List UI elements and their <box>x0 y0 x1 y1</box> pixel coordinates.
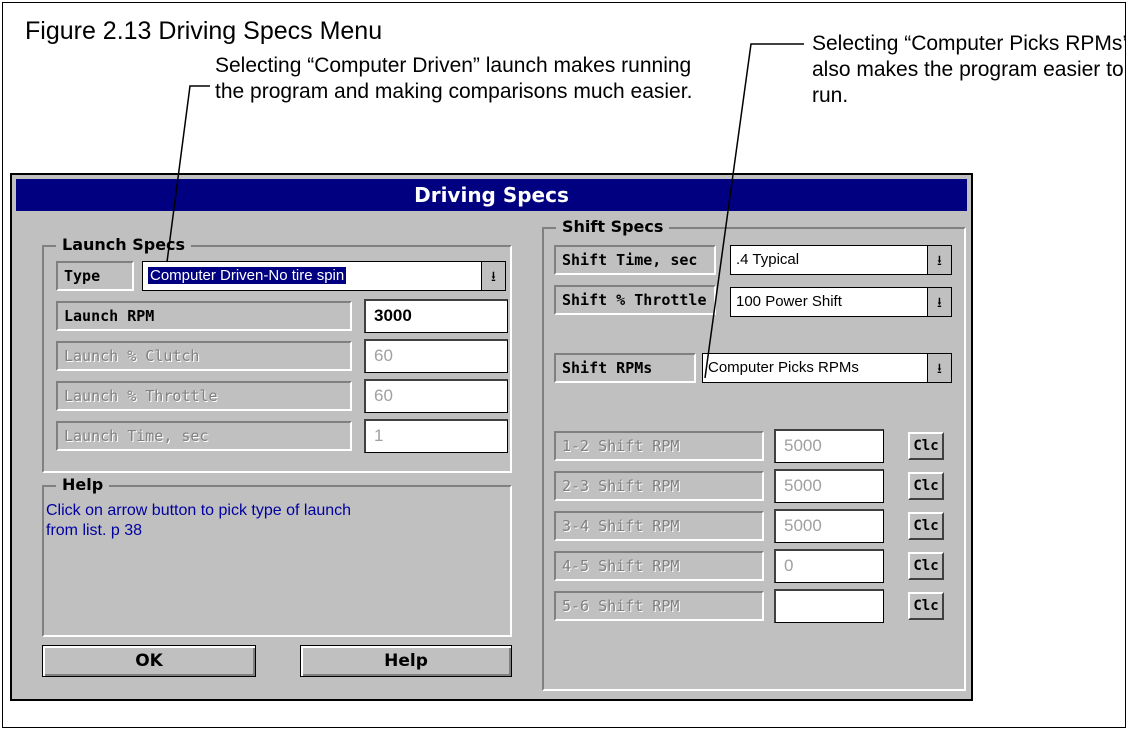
down-arrow-icon[interactable]: ⭳ <box>927 246 951 274</box>
shift-rpm-row-input[interactable]: 0 <box>774 549 884 583</box>
shift-rpm-row-input[interactable]: 5000 <box>774 429 884 463</box>
launch-time-label: Launch Time, sec <box>56 421 352 451</box>
clear-button[interactable]: Clc <box>908 472 944 500</box>
shift-rpm-row-label: 2-3 Shift RPM <box>554 471 764 501</box>
clear-button[interactable]: Clc <box>908 432 944 460</box>
shift-throttle-select[interactable]: 100 Power Shift ⭳ <box>730 287 952 317</box>
launch-throttle-label: Launch % Throttle <box>56 381 352 411</box>
clear-button[interactable]: Clc <box>908 552 944 580</box>
shift-rpm-row-label: 1-2 Shift RPM <box>554 431 764 461</box>
caption-computer-driven: Selecting “Computer Driven” launch makes… <box>215 54 693 103</box>
shift-rpm-row-label: 3-4 Shift RPM <box>554 511 764 541</box>
help-text: Click on arrow button to pick type of la… <box>46 502 352 539</box>
shift-rpms-label: Shift RPMs <box>554 353 696 383</box>
shift-rpm-row-input[interactable]: 5000 <box>774 469 884 503</box>
launch-type-value: Computer Driven-No tire spin <box>146 266 348 285</box>
help-group: Help Click on arrow button to pick type … <box>42 475 512 637</box>
down-arrow-icon[interactable]: ⭳ <box>927 354 951 382</box>
shift-rpms-value: Computer Picks RPMs <box>708 359 859 376</box>
launch-time-input[interactable]: 1 <box>364 419 508 453</box>
shift-rpm-row-label: 5-6 Shift RPM <box>554 591 764 621</box>
launch-rpm-label: Launch RPM <box>56 301 352 331</box>
caption-computer-picks-rpms: Selecting “Computer Picks RPMs’ also mak… <box>812 32 1127 107</box>
shift-throttle-label: Shift % Throttle <box>554 285 716 315</box>
shift-rpm-row-input[interactable] <box>774 589 884 623</box>
shift-rpm-row-input[interactable]: 5000 <box>774 509 884 543</box>
help-legend: Help <box>56 475 110 494</box>
shift-specs-legend: Shift Specs <box>556 217 670 236</box>
shift-time-select[interactable]: .4 Typical ⭳ <box>730 245 952 275</box>
shift-time-value: .4 Typical <box>736 251 800 268</box>
help-button[interactable]: Help <box>300 645 512 677</box>
launch-type-label: Type <box>56 261 134 291</box>
shift-rpms-select[interactable]: Computer Picks RPMs ⭳ <box>702 353 952 383</box>
launch-specs-legend: Launch Specs <box>56 235 192 254</box>
down-arrow-icon[interactable]: ⭳ <box>927 288 951 316</box>
shift-rpm-row-label: 4-5 Shift RPM <box>554 551 764 581</box>
launch-throttle-input[interactable]: 60 <box>364 379 508 413</box>
down-arrow-icon[interactable]: ⭳ <box>481 262 505 290</box>
shift-throttle-value: 100 Power Shift <box>736 293 842 310</box>
ok-button[interactable]: OK <box>42 645 256 677</box>
launch-rpm-input[interactable]: 3000 <box>364 299 508 333</box>
launch-clutch-input[interactable]: 60 <box>364 339 508 373</box>
figure-title: Figure 2.13 Driving Specs Menu <box>25 17 383 45</box>
shift-time-label: Shift Time, sec <box>554 245 716 275</box>
dialog-title-bar[interactable]: Driving Specs <box>16 179 967 211</box>
driving-specs-dialog: Driving Specs Launch Specs Type Computer… <box>10 173 973 701</box>
clear-button[interactable]: Clc <box>908 512 944 540</box>
launch-clutch-label: Launch % Clutch <box>56 341 352 371</box>
launch-type-select[interactable]: Computer Driven-No tire spin ⭳ <box>142 261 506 291</box>
clear-button[interactable]: Clc <box>908 592 944 620</box>
